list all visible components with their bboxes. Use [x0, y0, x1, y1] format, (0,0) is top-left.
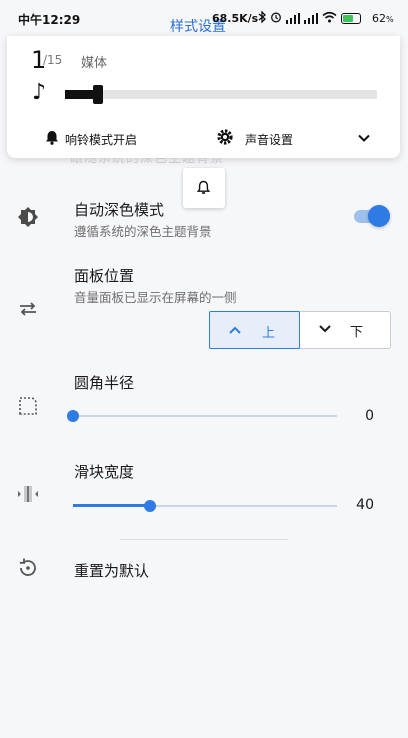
toggle-knob [368, 205, 390, 227]
battery-percent: 62% [372, 12, 394, 25]
panel-position-subtitle: 音量面板已显示在屏幕的一侧 [74, 290, 237, 305]
slider-width-slider[interactable] [73, 499, 337, 513]
divider [120, 539, 288, 540]
slider-thumb[interactable] [67, 410, 79, 422]
swap-arrows-icon [16, 297, 40, 321]
alarm-icon [270, 11, 282, 26]
bluetooth-icon [258, 10, 266, 26]
position-up-button[interactable]: 上 [209, 311, 300, 349]
signal-icon-2 [304, 13, 318, 24]
reset-to-default-button[interactable]: 重置为默认 [74, 560, 149, 581]
slider-width-value: 40 [356, 497, 374, 513]
panel-position-selector: 上 下 [209, 311, 391, 349]
position-down-label: 下 [350, 325, 364, 340]
chevron-up-icon [229, 326, 241, 334]
gear-icon[interactable] [216, 128, 234, 146]
volume-actions: 响铃模式开启 声音设置 [7, 126, 400, 150]
bell-icon[interactable] [45, 130, 59, 145]
chevron-down-icon[interactable] [357, 130, 371, 144]
position-up-label: 上 [262, 326, 276, 341]
volume-stream-label: 媒体 [81, 56, 108, 71]
rounded-corner-icon [16, 394, 40, 418]
dark-mode-subtitle: 遵循系统的深色主题背景 [74, 224, 212, 239]
corner-radius-value: 0 [365, 408, 374, 424]
volume-slider-fill [65, 90, 94, 99]
reset-icon[interactable] [16, 556, 40, 580]
slider-width-title: 滑块宽度 [74, 463, 135, 481]
wifi-icon [322, 11, 337, 26]
battery-icon [341, 13, 361, 24]
ringer-mode-label[interactable]: 响铃模式开启 [65, 131, 137, 148]
signal-icon [286, 13, 300, 24]
position-down-button[interactable]: 下 [301, 312, 391, 348]
brightness-icon [16, 205, 40, 229]
panel-position-title: 面板位置 [74, 267, 135, 285]
corner-radius-slider[interactable] [67, 409, 337, 423]
sound-settings-label[interactable]: 声音设置 [245, 131, 293, 148]
dark-mode-toggle[interactable] [354, 205, 390, 227]
status-bar: 中午12:29 样式设置 68.5K/s 62% [0, 0, 408, 36]
slider-fill [73, 504, 150, 507]
volume-slider[interactable] [65, 85, 377, 104]
volume-slider-thumb[interactable] [93, 85, 104, 104]
status-icons [258, 10, 361, 26]
chevron-down-icon [319, 325, 331, 333]
hidden-subtitle-peek: 跟随系统的深色主题背景 [70, 158, 224, 164]
bell-outline-icon [197, 180, 210, 194]
slider-rail [73, 415, 337, 417]
slider-thumb[interactable] [143, 500, 156, 512]
ringer-toggle-button[interactable] [183, 168, 225, 208]
network-speed: 68.5K/s [212, 12, 259, 25]
status-time: 中午12:29 [18, 13, 81, 27]
width-adjust-icon [16, 482, 40, 506]
volume-panel: 1 /15 媒体 ♪ 响铃模式开启 声音设置 [7, 36, 400, 158]
corner-radius-title: 圆角半径 [74, 374, 135, 392]
music-note-icon: ♪ [32, 80, 47, 105]
dark-mode-title: 自动深色模式 [74, 201, 165, 219]
volume-max: /15 [43, 53, 63, 67]
